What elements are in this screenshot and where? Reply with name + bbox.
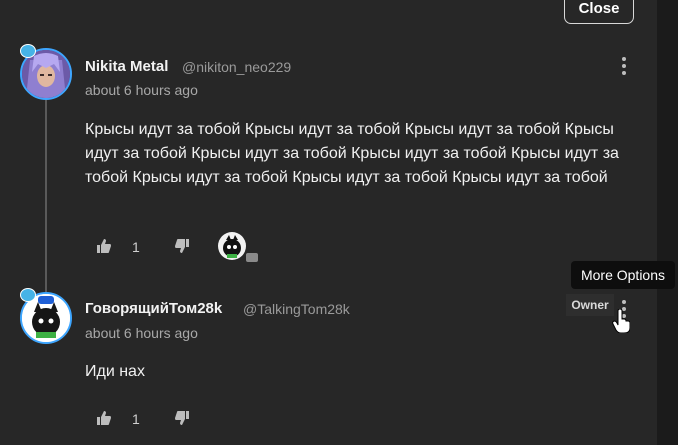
comment-author[interactable]: ГоворящийТом28k [85,300,222,317]
chat-icon [246,253,258,262]
comment-text: Иди нах [85,363,145,380]
avatar-badge [20,288,36,302]
like-count: 1 [132,411,140,427]
thumbs-up-icon[interactable] [96,410,112,426]
comment-handle: @nikiton_neo229 [182,59,292,75]
close-button[interactable]: Close [564,0,634,24]
thumbs-down-icon[interactable] [174,410,190,426]
hand-pointer-icon [612,309,630,333]
owner-badge: Owner [566,294,614,316]
scroll-gutter [657,0,678,445]
comment-author[interactable]: Nikita Metal [85,58,168,75]
more-options-icon[interactable] [619,57,629,75]
comment-handle: @TalkingTom28k [243,301,350,317]
comment-timestamp: about 6 hours ago [85,325,198,341]
thumbs-up-icon[interactable] [96,238,112,254]
creator-heart-avatar [218,232,246,260]
avatar-badge [20,44,36,58]
more-options-tooltip: More Options [571,261,675,289]
like-count: 1 [132,239,140,255]
comment-text: Крысы идут за тобой Крысы идут за тобой … [85,121,619,186]
thumbs-down-icon[interactable] [174,238,190,254]
comment-timestamp: about 6 hours ago [85,82,198,98]
thread-line [45,100,47,298]
